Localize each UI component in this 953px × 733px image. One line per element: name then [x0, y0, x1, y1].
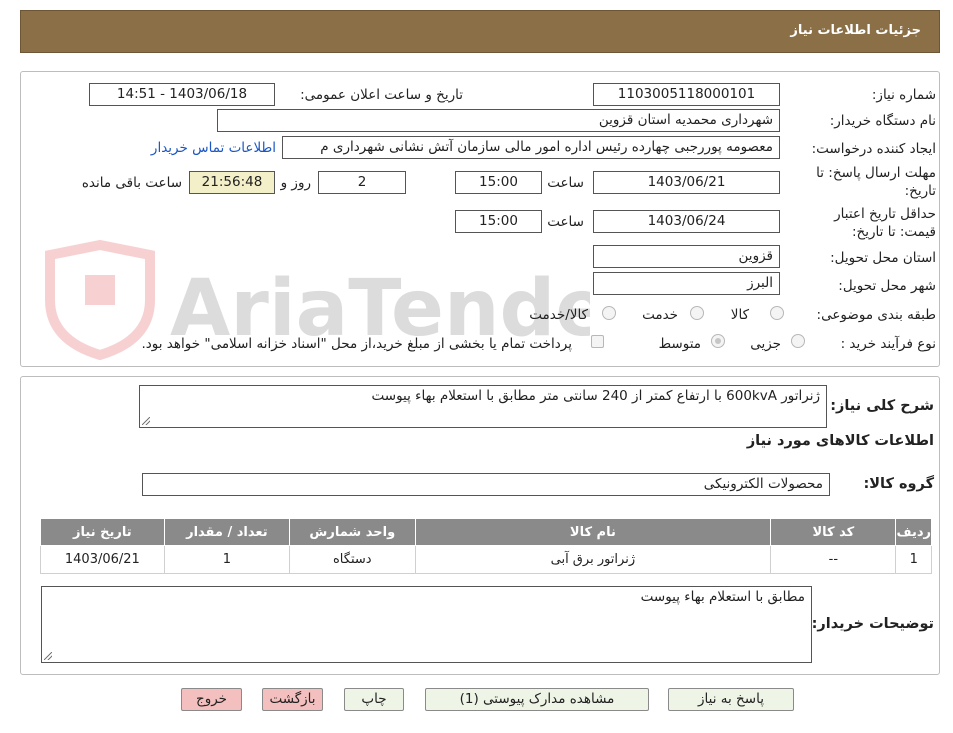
column-header-unit: واحد شمارش — [289, 518, 416, 546]
price-validity-time-field: 15:00 — [455, 210, 542, 233]
process-option-medium: متوسط — [658, 336, 701, 352]
announce-label: تاریخ و ساعت اعلان عمومی: — [300, 87, 463, 103]
category-option-service: خدمت — [642, 307, 678, 323]
resize-handle-icon[interactable] — [43, 651, 53, 661]
deadline-days-label: روز و — [280, 175, 311, 191]
city-label: شهر محل تحویل: — [838, 278, 936, 294]
summary-label: شرح کلی نیاز: — [830, 398, 934, 414]
cell-need-date: 1403/06/21 — [40, 545, 165, 574]
buyer-notes-textarea: مطابق با استعلام بهاء پیوست — [41, 586, 812, 663]
buyer-org-label: نام دستگاه خریدار: — [829, 113, 936, 129]
city-field: البرز — [593, 272, 780, 295]
exit-button[interactable]: خروج — [181, 688, 242, 711]
category-radio-goods-service[interactable] — [602, 306, 616, 320]
goods-group-label: گروه کالا: — [863, 476, 934, 492]
cell-unit: دستگاه — [289, 545, 416, 574]
process-radio-minor[interactable] — [791, 334, 805, 348]
deadline-days-field: 2 — [318, 171, 406, 194]
creator-field: معصومه پوررجبی چهارده رئیس اداره امور ما… — [282, 136, 780, 159]
deadline-label-line2: تاریخ: — [904, 183, 936, 199]
column-header-item-name: نام کالا — [414, 518, 772, 546]
reply-button[interactable]: پاسخ به نیاز — [668, 688, 794, 711]
category-option-goods-service: کالا/خدمت — [529, 307, 588, 323]
deadline-time-field: 15:00 — [455, 171, 542, 194]
category-radio-goods[interactable] — [770, 306, 784, 320]
table-row: 1 -- ژنراتور برق آبی دستگاه 1 1403/06/21 — [40, 545, 932, 574]
deadline-time-label: ساعت — [547, 175, 584, 191]
deadline-date-field: 1403/06/21 — [593, 171, 780, 194]
deadline-label-line1: مهلت ارسال پاسخ: تا — [816, 165, 936, 181]
cell-item-name: ژنراتور برق آبی — [414, 545, 772, 574]
buyer-contact-link[interactable]: اطلاعات تماس خریدار — [151, 140, 276, 156]
column-header-quantity: تعداد / مقدار — [163, 518, 291, 546]
buyer-notes-text: مطابق با استعلام بهاء پیوست — [640, 589, 805, 605]
buyer-notes-label: توضیحات خریدار: — [811, 616, 934, 632]
need-number-field: 1103005118000101 — [593, 83, 780, 106]
price-validity-date-field: 1403/06/24 — [593, 210, 780, 233]
remaining-time-label: ساعت باقی مانده — [81, 175, 182, 191]
province-field: قزوین — [593, 245, 780, 268]
category-radio-service[interactable] — [690, 306, 704, 320]
summary-text: ژنراتور 600kvA با ارتفاع کمتر از 240 سان… — [371, 388, 821, 404]
announce-field: 1403/06/18 - 14:51 — [89, 83, 275, 106]
process-radio-medium[interactable] — [711, 334, 725, 348]
cell-item-code: -- — [770, 545, 897, 574]
resize-handle-icon[interactable] — [141, 416, 151, 426]
goods-group-field: محصولات الکترونیکی — [142, 473, 830, 496]
goods-table: ردیف کد کالا نام کالا واحد شمارش تعداد /… — [40, 518, 932, 574]
process-option-minor: جزیی — [750, 336, 781, 352]
column-header-row-number: ردیف — [895, 518, 932, 546]
category-option-goods: کالا — [730, 307, 749, 323]
cell-quantity: 1 — [163, 545, 291, 574]
category-label: طبقه بندی موضوعی: — [816, 307, 936, 323]
table-header-row: ردیف کد کالا نام کالا واحد شمارش تعداد /… — [40, 518, 932, 546]
page-title: جزئیات اطلاعات نیاز — [790, 23, 921, 38]
view-attachments-button[interactable]: مشاهده مدارک پیوستی (1) — [425, 688, 649, 711]
back-button[interactable]: بازگشت — [262, 688, 323, 711]
summary-textarea: ژنراتور 600kvA با ارتفاع کمتر از 240 سان… — [139, 385, 827, 428]
buyer-org-field: شهرداری محمدیه استان قزوین — [217, 109, 780, 132]
page-header: جزئیات اطلاعات نیاز — [20, 10, 940, 53]
print-button[interactable]: چاپ — [344, 688, 404, 711]
goods-section-title: اطلاعات کالاهای مورد نیاز — [746, 433, 934, 449]
province-label: استان محل تحویل: — [830, 250, 936, 266]
remaining-time-field: 21:56:48 — [189, 171, 275, 194]
process-label: نوع فرآیند خرید : — [840, 336, 936, 352]
cell-row-number: 1 — [895, 545, 932, 574]
column-header-need-date: تاریخ نیاز — [40, 518, 165, 546]
creator-label: ایجاد کننده درخواست: — [811, 141, 936, 157]
price-validity-label-line1: حداقل تاریخ اعتبار — [834, 206, 936, 222]
column-header-item-code: کد کالا — [770, 518, 897, 546]
price-validity-time-label: ساعت — [547, 214, 584, 230]
price-validity-label-line2: قیمت: تا تاریخ: — [852, 224, 936, 240]
need-number-label: شماره نیاز: — [871, 87, 936, 103]
treasury-payment-checkbox[interactable] — [591, 335, 604, 348]
treasury-payment-note: پرداخت تمام یا بخشی از مبلغ خرید،از محل … — [141, 336, 572, 352]
